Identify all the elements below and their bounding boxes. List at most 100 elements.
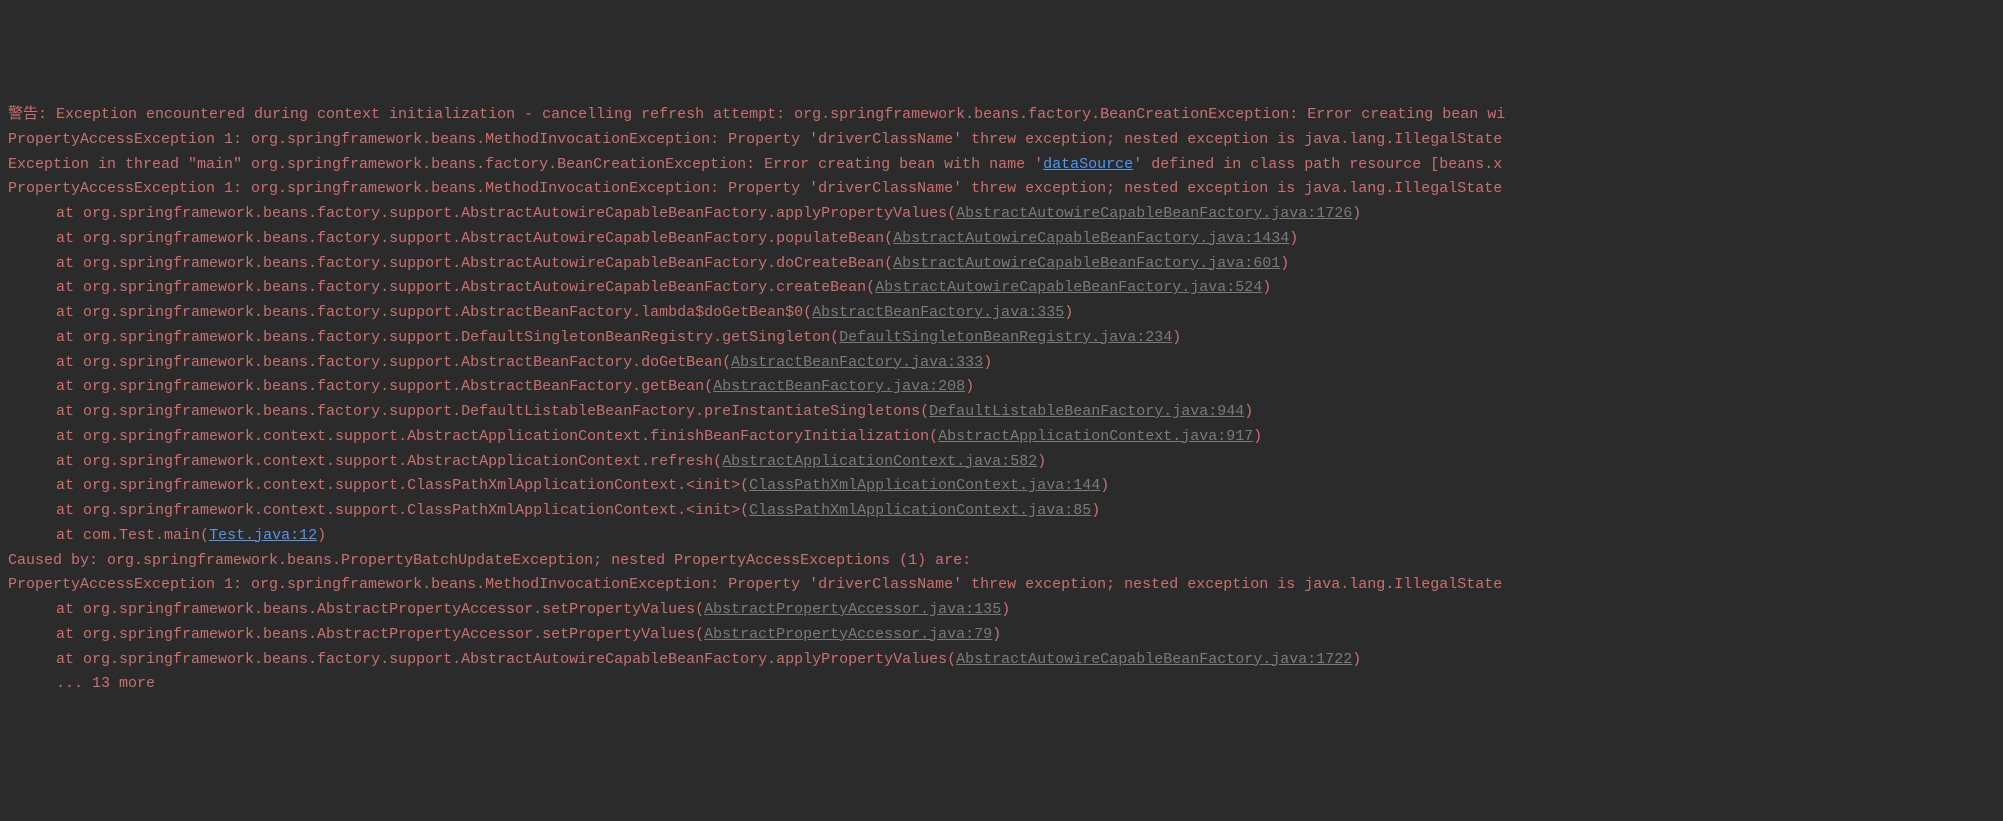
log-text: Exception in thread "main" org.springfra… xyxy=(8,156,1043,173)
log-line: at org.springframework.beans.AbstractPro… xyxy=(8,598,1995,623)
stack-at: at xyxy=(56,453,83,470)
stack-method: org.springframework.beans.factory.suppor… xyxy=(83,403,920,420)
log-line: at org.springframework.context.support.C… xyxy=(8,499,1995,524)
source-link[interactable]: AbstractPropertyAccessor.java:79 xyxy=(704,626,992,643)
stack-at: at xyxy=(56,428,83,445)
stack-at: at xyxy=(56,279,83,296)
stack-at: at xyxy=(56,477,83,494)
log-line: ... 13 more xyxy=(8,672,1995,697)
paren-open: ( xyxy=(740,477,749,494)
stack-method: org.springframework.beans.factory.suppor… xyxy=(83,279,866,296)
source-link[interactable]: DefaultListableBeanFactory.java:944 xyxy=(929,403,1244,420)
source-link[interactable]: AbstractApplicationContext.java:917 xyxy=(938,428,1253,445)
stack-method: org.springframework.beans.factory.suppor… xyxy=(83,378,704,395)
paren-open: ( xyxy=(695,601,704,618)
paren-open: ( xyxy=(695,626,704,643)
paren-open: ( xyxy=(947,205,956,222)
paren-open: ( xyxy=(929,428,938,445)
log-text: ... 13 more xyxy=(56,675,155,692)
paren-open: ( xyxy=(803,304,812,321)
paren-close: ) xyxy=(1037,453,1046,470)
source-link[interactable]: AbstractApplicationContext.java:582 xyxy=(722,453,1037,470)
log-line: at org.springframework.beans.factory.sup… xyxy=(8,202,1995,227)
paren-close: ) xyxy=(1253,428,1262,445)
source-link[interactable]: AbstractPropertyAccessor.java:135 xyxy=(704,601,1001,618)
stack-method: org.springframework.beans.factory.suppor… xyxy=(83,354,722,371)
stack-at: at xyxy=(56,304,83,321)
log-line: at org.springframework.beans.factory.sup… xyxy=(8,648,1995,673)
log-line: Caused by: org.springframework.beans.Pro… xyxy=(8,549,1995,574)
source-link[interactable]: AbstractAutowireCapableBeanFactory.java:… xyxy=(875,279,1262,296)
stack-method: org.springframework.beans.factory.suppor… xyxy=(83,329,830,346)
log-text: PropertyAccessException 1: org.springfra… xyxy=(8,576,1502,593)
source-link[interactable]: AbstractAutowireCapableBeanFactory.java:… xyxy=(893,255,1280,272)
stack-at: at xyxy=(56,329,83,346)
source-link[interactable]: AbstractAutowireCapableBeanFactory.java:… xyxy=(956,205,1352,222)
stack-method: org.springframework.beans.factory.suppor… xyxy=(83,230,884,247)
paren-open: ( xyxy=(830,329,839,346)
stack-at: at xyxy=(56,601,83,618)
paren-close: ) xyxy=(1091,502,1100,519)
stack-at: at xyxy=(56,403,83,420)
paren-close: ) xyxy=(1001,601,1010,618)
log-text: 警告: Exception encountered during context… xyxy=(8,106,1505,123)
source-link[interactable]: Test.java:12 xyxy=(209,527,317,544)
stack-at: at xyxy=(56,651,83,668)
source-link[interactable]: AbstractBeanFactory.java:333 xyxy=(731,354,983,371)
log-line: at org.springframework.context.support.A… xyxy=(8,425,1995,450)
paren-close: ) xyxy=(1064,304,1073,321)
stack-method: org.springframework.beans.factory.suppor… xyxy=(83,255,884,272)
stack-method: org.springframework.context.support.Abst… xyxy=(83,453,713,470)
log-line: at org.springframework.beans.factory.sup… xyxy=(8,301,1995,326)
log-line: 警告: Exception encountered during context… xyxy=(8,103,1995,128)
paren-open: ( xyxy=(884,230,893,247)
log-text: PropertyAccessException 1: org.springfra… xyxy=(8,180,1502,197)
log-line: at org.springframework.context.support.A… xyxy=(8,450,1995,475)
log-line: PropertyAccessException 1: org.springfra… xyxy=(8,128,1995,153)
log-line: at org.springframework.beans.factory.sup… xyxy=(8,276,1995,301)
source-link[interactable]: dataSource xyxy=(1043,156,1133,173)
log-line: at com.Test.main(Test.java:12) xyxy=(8,524,1995,549)
log-line: PropertyAccessException 1: org.springfra… xyxy=(8,573,1995,598)
log-line: at org.springframework.beans.factory.sup… xyxy=(8,351,1995,376)
log-text: ' defined in class path resource [beans.… xyxy=(1133,156,1502,173)
paren-open: ( xyxy=(947,651,956,668)
log-line: at org.springframework.beans.factory.sup… xyxy=(8,326,1995,351)
paren-close: ) xyxy=(1289,230,1298,247)
stack-method: org.springframework.context.support.Abst… xyxy=(83,428,929,445)
paren-close: ) xyxy=(1262,279,1271,296)
source-link[interactable]: AbstractAutowireCapableBeanFactory.java:… xyxy=(893,230,1289,247)
paren-close: ) xyxy=(992,626,1001,643)
log-line: at org.springframework.context.support.C… xyxy=(8,474,1995,499)
stack-method: org.springframework.beans.AbstractProper… xyxy=(83,626,695,643)
source-link[interactable]: AbstractBeanFactory.java:335 xyxy=(812,304,1064,321)
stack-method: org.springframework.context.support.Clas… xyxy=(83,502,740,519)
paren-close: ) xyxy=(965,378,974,395)
paren-open: ( xyxy=(704,378,713,395)
paren-close: ) xyxy=(983,354,992,371)
source-link[interactable]: ClassPathXmlApplicationContext.java:85 xyxy=(749,502,1091,519)
paren-open: ( xyxy=(884,255,893,272)
log-line: at org.springframework.beans.factory.sup… xyxy=(8,400,1995,425)
stack-at: at xyxy=(56,502,83,519)
paren-open: ( xyxy=(740,502,749,519)
stack-at: at xyxy=(56,255,83,272)
paren-open: ( xyxy=(722,354,731,371)
log-line: at org.springframework.beans.factory.sup… xyxy=(8,375,1995,400)
console-output: 警告: Exception encountered during context… xyxy=(8,103,1995,697)
stack-method: org.springframework.beans.factory.suppor… xyxy=(83,304,803,321)
log-text: PropertyAccessException 1: org.springfra… xyxy=(8,131,1502,148)
stack-at: at xyxy=(56,626,83,643)
source-link[interactable]: ClassPathXmlApplicationContext.java:144 xyxy=(749,477,1100,494)
stack-at: at xyxy=(56,354,83,371)
paren-close: ) xyxy=(1244,403,1253,420)
source-link[interactable]: AbstractBeanFactory.java:208 xyxy=(713,378,965,395)
stack-method: org.springframework.beans.factory.suppor… xyxy=(83,205,947,222)
source-link[interactable]: AbstractAutowireCapableBeanFactory.java:… xyxy=(956,651,1352,668)
paren-open: ( xyxy=(920,403,929,420)
source-link[interactable]: DefaultSingletonBeanRegistry.java:234 xyxy=(839,329,1172,346)
stack-at: at xyxy=(56,527,83,544)
log-line: at org.springframework.beans.factory.sup… xyxy=(8,227,1995,252)
paren-open: ( xyxy=(713,453,722,470)
stack-at: at xyxy=(56,205,83,222)
